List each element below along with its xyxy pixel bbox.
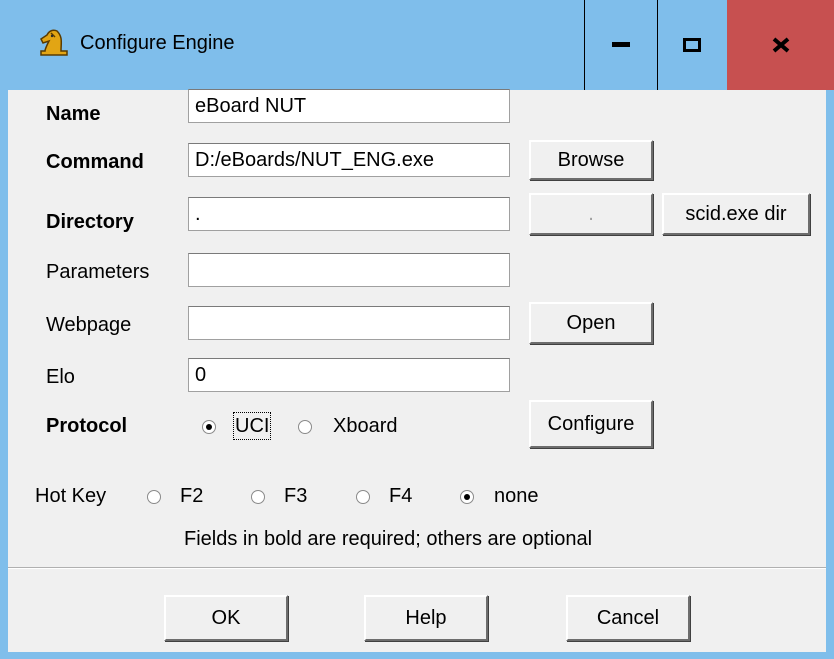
scid-exe-dir-button[interactable]: scid.exe dir [662,193,810,235]
hotkey-f4-radio[interactable] [356,490,370,504]
required-fields-note: Fields in bold are required; others are … [184,528,593,550]
command-label: Command [46,151,144,173]
protocol-xboard-label[interactable]: Xboard [333,414,398,438]
command-field[interactable]: D:/eBoards/NUT_ENG.exe [188,143,510,177]
hotkey-none-radio[interactable] [460,490,474,504]
ok-button[interactable]: OK [164,595,288,641]
webpage-field[interactable] [188,306,510,340]
title-bar[interactable]: Configure Engine [0,0,834,90]
hotkey-f3-radio[interactable] [251,490,265,504]
chess-knight-icon [40,29,68,56]
minimize-icon [611,42,630,47]
window-frame-right [826,90,834,659]
protocol-label: Protocol [46,415,128,437]
configure-engine-dialog: Configure Engine Name eBoard NUT Command… [0,0,834,659]
maximize-button[interactable] [657,0,727,90]
directory-dot-button[interactable]: . [529,193,653,235]
hotkey-none-label[interactable]: none [494,484,539,508]
hotkey-f3-label[interactable]: F3 [284,484,307,508]
hotkey-f4-label[interactable]: F4 [389,484,412,508]
minimize-button[interactable] [584,0,657,90]
window-frame-left [0,90,8,659]
protocol-uci-label[interactable]: UCI [232,412,272,440]
name-field[interactable]: eBoard NUT [188,89,510,123]
name-label: Name [46,103,101,125]
protocol-xboard-radio[interactable] [298,420,312,434]
hotkey-f2-label[interactable]: F2 [180,484,203,508]
elo-field[interactable]: 0 [188,358,510,392]
window-title: Configure Engine [80,32,235,54]
webpage-label: Webpage [46,314,132,336]
window-frame-bottom [0,652,834,659]
elo-label: Elo [46,366,75,388]
configure-button[interactable]: Configure [529,400,653,448]
protocol-uci-radio[interactable] [202,420,216,434]
maximize-icon [683,38,701,52]
hotkey-f2-radio[interactable] [147,490,161,504]
browse-button[interactable]: Browse [529,140,653,180]
hotkey-label: Hot Key [35,485,107,507]
parameters-label: Parameters [46,261,150,283]
open-button[interactable]: Open [529,302,653,344]
cancel-button[interactable]: Cancel [566,595,690,641]
close-button[interactable] [727,0,834,90]
footer-divider-highlight [8,568,826,569]
close-icon [772,37,789,53]
directory-field[interactable]: . [188,197,510,231]
directory-label: Directory [46,211,134,233]
help-button[interactable]: Help [364,595,488,641]
parameters-field[interactable] [188,253,510,287]
